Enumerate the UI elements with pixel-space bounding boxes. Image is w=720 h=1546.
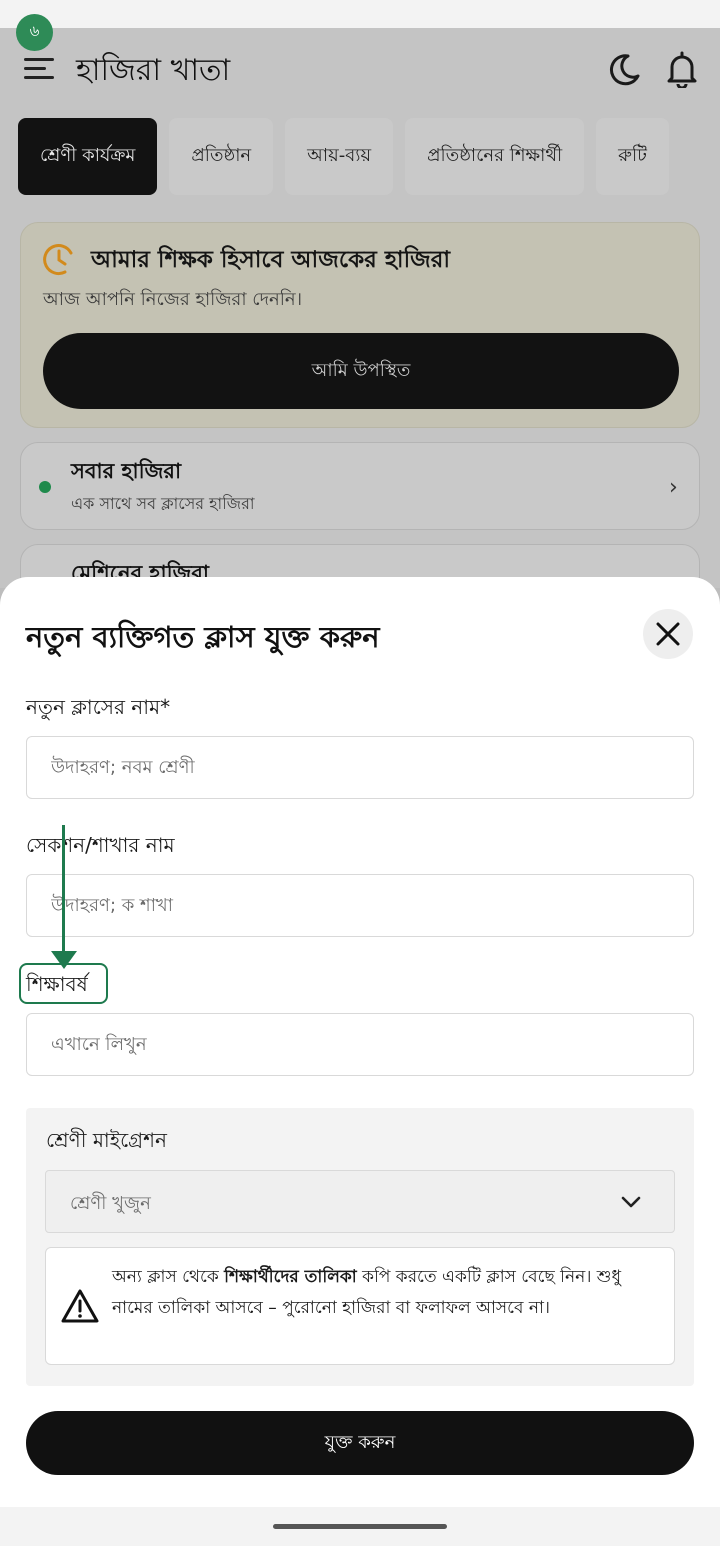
tab-institution[interactable]: প্রতিষ্ঠান [169, 118, 274, 195]
sheet-title: নতুন ব্যক্তিগত ক্লাস যুক্ত করুন [26, 620, 380, 654]
class-migration-section: শ্রেণী মাইগ্রেশন শ্রেণী খুজুন অন্য ক্লাস… [26, 1108, 694, 1386]
notification-badge[interactable]: ৬ [16, 14, 53, 51]
status-dot [39, 481, 51, 493]
migration-label: শ্রেণী মাইগ্রেশন [46, 1128, 167, 1152]
warning-icon [61, 1289, 99, 1323]
close-button[interactable] [643, 609, 693, 659]
chevron-right-icon: › [669, 475, 678, 500]
section-name-label: সেকশন/শাখার নাম [26, 833, 175, 857]
list-item-title: সবার হাজিরা [71, 459, 182, 483]
annotation-highlight [19, 963, 108, 1004]
section-name-input[interactable] [26, 874, 694, 937]
tab-institution-students[interactable]: প্রতিষ্ঠানের শিক্ষার্থী [405, 118, 585, 195]
list-item-all-attendance[interactable]: সবার হাজিরা এক সাথে সব ক্লাসের হাজিরা › [20, 442, 700, 530]
academic-year-input[interactable] [26, 1013, 694, 1076]
menu-icon[interactable] [24, 58, 54, 80]
tab-bar: শ্রেণী কার্যক্রম প্রতিষ্ঠান আয়-ব্যয় প্… [18, 118, 669, 195]
add-class-sheet: নতুন ব্যক্তিগত ক্লাস যুক্ত করুন নতুন ক্ল… [0, 577, 720, 1507]
attendance-card-title: আমার শিক্ষক হিসাবে আজকের হাজিরা [91, 247, 451, 273]
background-app: হাজিরা খাতা শ্রেণী কার্যক্রম প্রতিষ্ঠান … [0, 28, 720, 632]
migration-warning: অন্য ক্লাস থেকে শিক্ষার্থীদের তালিকা কপি… [45, 1247, 675, 1365]
bell-icon[interactable] [664, 50, 700, 88]
add-button[interactable]: যুক্ত করুন [26, 1411, 694, 1475]
close-icon [656, 622, 680, 646]
mark-present-button[interactable]: আমি উপস্থিত [43, 333, 679, 409]
app-bar: হাজিরা খাতা [0, 28, 720, 108]
select-placeholder: শ্রেণী খুজুন [70, 1193, 151, 1214]
warning-text: অন্য ক্লাস থেকে শিক্ষার্থীদের তালিকা কপি… [112, 1267, 621, 1318]
class-name-input[interactable] [26, 736, 694, 799]
class-name-label: নতুন ক্লাসের নাম* [26, 695, 171, 719]
annotation-arrow [62, 825, 65, 953]
tab-income-expense[interactable]: আয়-ব্যয় [285, 118, 394, 195]
app-title: হাজিরা খাতা [76, 53, 231, 88]
navigation-bar [0, 1507, 720, 1546]
teacher-attendance-card: আমার শিক্ষক হিসাবে আজকের হাজিরা আজ আপনি … [20, 222, 700, 428]
chevron-down-icon [621, 1196, 641, 1208]
tab-class-activities[interactable]: শ্রেণী কার্যক্রম [18, 118, 158, 195]
clock-icon [43, 244, 73, 276]
moon-icon[interactable] [606, 52, 642, 88]
status-bar [0, 0, 720, 28]
attendance-card-subtitle: আজ আপনি নিজের হাজিরা দেননি। [43, 289, 303, 310]
list-item-subtitle: এক সাথে সব ক্লাসের হাজিরা [71, 494, 255, 513]
home-indicator[interactable] [273, 1524, 447, 1529]
class-search-select[interactable]: শ্রেণী খুজুন [45, 1170, 675, 1233]
tab-routine[interactable]: রুটি [596, 118, 669, 195]
